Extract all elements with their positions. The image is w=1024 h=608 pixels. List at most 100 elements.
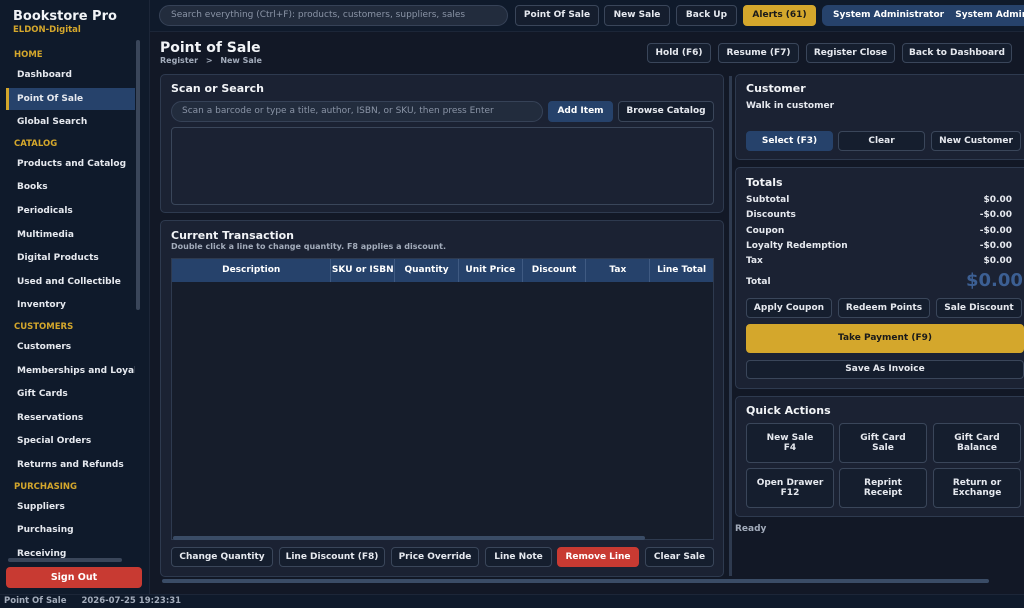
- sidebar-item-used-and-collectible[interactable]: Used and Collectible: [6, 271, 135, 293]
- quick-action-shortcut: F4: [783, 443, 797, 453]
- quick-action-label-line2: Exchange: [952, 488, 1002, 498]
- browse-catalog-button[interactable]: Browse Catalog: [618, 101, 714, 122]
- grid-header: Description SKU or ISBN Quantity Unit Pr…: [172, 259, 713, 282]
- sale-discount-button[interactable]: Sale Discount: [936, 298, 1022, 318]
- loyalty-redemption-value: -$0.00: [979, 241, 1012, 251]
- take-payment-button[interactable]: Take Payment (F9): [746, 324, 1024, 353]
- quick-action-gift-card-sale[interactable]: Gift Card Sale: [839, 423, 927, 463]
- sidebar-item-global-search[interactable]: Global Search: [6, 111, 135, 133]
- register-close-button[interactable]: Register Close: [806, 43, 895, 63]
- discounts-label: Discounts: [746, 210, 796, 220]
- quick-action-return-or-exchange[interactable]: Return or Exchange: [933, 468, 1021, 508]
- remove-line-button[interactable]: Remove Line: [557, 547, 639, 567]
- sidebar-item-reservations[interactable]: Reservations: [6, 407, 135, 429]
- app-name: Bookstore Pro: [13, 9, 117, 24]
- change-quantity-button[interactable]: Change Quantity: [171, 547, 273, 567]
- new-sale-button[interactable]: New Sale: [604, 5, 670, 26]
- sidebar-item-special-orders[interactable]: Special Orders: [6, 430, 135, 452]
- sidebar: Bookstore Pro ELDON-Digital HOME Dashboa…: [0, 0, 150, 594]
- sidebar-horizontal-scrollbar[interactable]: [8, 558, 122, 562]
- sidebar-item-inventory[interactable]: Inventory: [6, 294, 135, 316]
- apply-coupon-button[interactable]: Apply Coupon: [746, 298, 832, 318]
- quick-action-label: Gift Card: [954, 433, 1000, 443]
- status-datetime: 2026-07-25 19:23:31: [81, 596, 182, 606]
- quick-action-open-drawer[interactable]: Open Drawer F12: [746, 468, 834, 508]
- status-bar: Point Of Sale 2026-07-25 19:23:31: [0, 594, 1024, 608]
- sidebar-item-point-of-sale[interactable]: Point Of Sale: [6, 87, 135, 110]
- totals-title: Totals: [746, 176, 783, 189]
- sidebar-vertical-scrollbar[interactable]: [136, 40, 140, 310]
- sign-out-button[interactable]: Sign Out: [6, 567, 142, 588]
- sidebar-item-memberships-and-loyalty[interactable]: Memberships and Loyalty: [6, 360, 135, 382]
- column-discount[interactable]: Discount: [523, 259, 587, 282]
- column-description[interactable]: Description: [172, 259, 332, 282]
- point-of-sale-button[interactable]: Point Of Sale: [515, 5, 599, 26]
- redeem-points-button[interactable]: Redeem Points: [838, 298, 930, 318]
- alerts-button[interactable]: Alerts (61): [743, 5, 816, 26]
- sidebar-nav: HOME Dashboard Point Of Sale Global Sear…: [6, 46, 135, 562]
- sidebar-item-digital-products[interactable]: Digital Products: [6, 247, 135, 269]
- main-horizontal-scrollbar[interactable]: [162, 579, 989, 583]
- quick-action-label: Open Drawer: [756, 478, 824, 488]
- save-as-invoice-button[interactable]: Save As Invoice: [746, 360, 1024, 379]
- coupon-value: -$0.00: [979, 226, 1012, 236]
- top-bar: Search everything (Ctrl+F): products, cu…: [150, 0, 1024, 32]
- quick-action-gift-card-balance[interactable]: Gift Card Balance: [933, 423, 1021, 463]
- quick-action-label: Gift Card: [860, 433, 906, 443]
- scan-panel-title: Scan or Search: [171, 82, 264, 95]
- sidebar-item-customers[interactable]: Customers: [6, 336, 135, 358]
- back-to-dashboard-button[interactable]: Back to Dashboard: [902, 43, 1012, 63]
- breadcrumb-new-sale: New Sale: [220, 56, 262, 65]
- back-up-button[interactable]: Back Up: [676, 5, 737, 26]
- transaction-grid[interactable]: Description SKU or ISBN Quantity Unit Pr…: [171, 258, 714, 540]
- search-results-list[interactable]: [171, 127, 714, 205]
- breadcrumb-separator: >: [205, 56, 213, 65]
- sidebar-item-multimedia[interactable]: Multimedia: [6, 224, 135, 246]
- column-tax[interactable]: Tax: [586, 259, 651, 282]
- user-menu[interactable]: System Administrator System Administrato…: [822, 5, 1024, 26]
- coupon-label: Coupon: [746, 226, 785, 236]
- column-quantity[interactable]: Quantity: [395, 259, 459, 282]
- add-item-button[interactable]: Add Item: [548, 101, 613, 122]
- panel-splitter[interactable]: [729, 76, 732, 576]
- page-title: Point of Sale: [160, 40, 261, 56]
- sidebar-item-suppliers[interactable]: Suppliers: [6, 496, 135, 518]
- total-label: Total: [746, 277, 771, 287]
- breadcrumb-register[interactable]: Register: [160, 56, 198, 65]
- sidebar-item-products-and-catalog[interactable]: Products and Catalog: [6, 153, 135, 175]
- tenant-name: ELDON-Digital: [13, 25, 81, 35]
- customer-title: Customer: [746, 82, 806, 95]
- quick-action-reprint-receipt[interactable]: Reprint Receipt: [839, 468, 927, 508]
- quick-action-new-sale[interactable]: New Sale F4: [746, 423, 834, 463]
- customer-name: Walk in customer: [746, 101, 835, 111]
- sidebar-item-returns-and-refunds[interactable]: Returns and Refunds: [6, 454, 135, 476]
- quick-actions-title: Quick Actions: [746, 404, 831, 417]
- grid-horizontal-scrollbar[interactable]: [173, 536, 645, 540]
- clear-sale-button[interactable]: Clear Sale: [645, 547, 714, 567]
- scan-input[interactable]: Scan a barcode or type a title, author, …: [171, 101, 543, 122]
- loyalty-redemption-label: Loyalty Redemption: [746, 241, 848, 251]
- nav-section-home: HOME: [14, 50, 43, 60]
- subtotal-value: $0.00: [983, 195, 1012, 205]
- sidebar-item-books[interactable]: Books: [6, 176, 135, 198]
- new-customer-button[interactable]: New Customer: [931, 131, 1021, 151]
- sidebar-item-periodicals[interactable]: Periodicals: [6, 200, 135, 222]
- sidebar-item-gift-cards[interactable]: Gift Cards: [6, 383, 135, 405]
- select-customer-button[interactable]: Select (F3): [746, 131, 833, 151]
- global-search-input[interactable]: Search everything (Ctrl+F): products, cu…: [159, 5, 508, 26]
- column-sku-or-isbn[interactable]: SKU or ISBN: [331, 259, 396, 282]
- column-unit-price[interactable]: Unit Price: [459, 259, 523, 282]
- sidebar-item-purchasing[interactable]: Purchasing: [6, 519, 135, 541]
- transaction-hint: Double click a line to change quantity. …: [171, 242, 446, 251]
- price-override-button[interactable]: Price Override: [391, 547, 479, 567]
- tax-label: Tax: [746, 256, 763, 266]
- line-note-button[interactable]: Line Note: [485, 547, 552, 567]
- hold-button[interactable]: Hold (F6): [647, 43, 711, 63]
- clear-customer-button[interactable]: Clear: [838, 131, 925, 151]
- status-mode: Point Of Sale: [4, 596, 67, 606]
- resume-button[interactable]: Resume (F7): [718, 43, 799, 63]
- sidebar-item-dashboard[interactable]: Dashboard: [6, 64, 135, 86]
- column-line-total[interactable]: Line Total: [650, 259, 713, 282]
- tax-value: $0.00: [983, 256, 1012, 266]
- line-discount-button[interactable]: Line Discount (F8): [279, 547, 385, 567]
